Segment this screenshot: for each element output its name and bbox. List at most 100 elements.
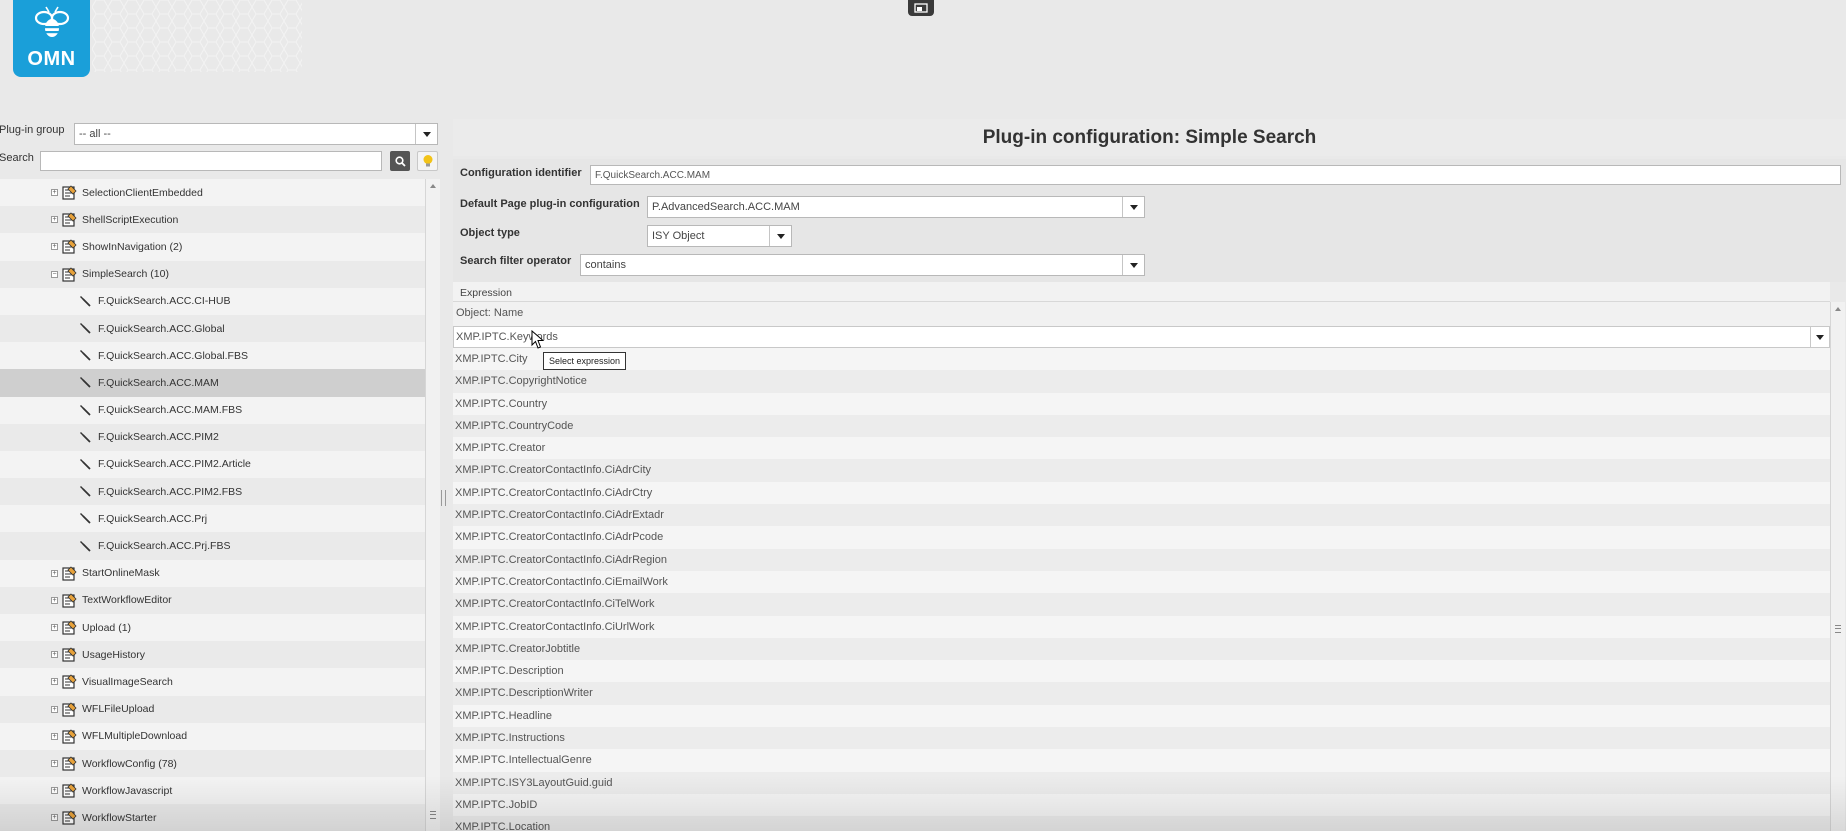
window-button[interactable] xyxy=(908,0,934,16)
expression-option[interactable]: XMP.IPTC.Location xyxy=(453,816,1830,831)
expression-option[interactable]: XMP.IPTC.DescriptionWriter xyxy=(453,682,1830,705)
expand-toggle-icon[interactable]: + xyxy=(51,705,58,713)
expand-toggle-icon[interactable]: − xyxy=(51,270,58,278)
tree-group-item[interactable]: + WorkflowConfig (78) xyxy=(0,749,425,778)
hint-button[interactable] xyxy=(417,151,438,171)
tree-item-label: WFLMultipleDownload xyxy=(82,730,188,743)
tree-leaf-item[interactable]: F.QuickSearch.ACC.MAM.FBS xyxy=(0,396,425,424)
expression-option[interactable]: XMP.IPTC.CreatorContactInfo.CiAdrExtadr xyxy=(453,504,1830,527)
expression-row[interactable]: Object: Name xyxy=(453,302,1830,326)
tree-leaf-item[interactable]: F.QuickSearch.ACC.MAM xyxy=(0,369,425,397)
wrench-icon xyxy=(80,377,91,389)
expression-option[interactable]: XMP.IPTC.CreatorContactInfo.CiTelWork xyxy=(453,593,1830,616)
expression-option[interactable]: XMP.IPTC.JobID xyxy=(453,793,1830,817)
expand-toggle-icon[interactable]: + xyxy=(51,760,58,768)
tree-group-item[interactable]: + WFLMultipleDownload xyxy=(0,722,425,750)
expression-option[interactable]: XMP.IPTC.CopyrightNotice xyxy=(453,370,1830,393)
expand-toggle-icon[interactable]: + xyxy=(51,596,58,604)
expression-option[interactable]: XMP.IPTC.City xyxy=(453,348,1830,371)
tree-group-item[interactable]: + ShowInNavigation (2) xyxy=(0,233,425,261)
tree-group-item[interactable]: + TextWorkflowEditor xyxy=(0,586,425,614)
scroll-up-icon[interactable] xyxy=(427,181,439,191)
filter-operator-select[interactable]: contains xyxy=(580,254,1145,276)
search-input[interactable] xyxy=(40,151,382,171)
tree-leaf-item[interactable]: F.QuickSearch.ACC.PIM2 xyxy=(0,423,425,451)
tree-item-label: WorkflowJavascript xyxy=(82,784,173,797)
tree-item-label: ShowInNavigation (2) xyxy=(82,240,183,253)
plugin-icon xyxy=(62,239,77,255)
expand-toggle-icon[interactable]: + xyxy=(51,651,58,659)
tree-leaf-item[interactable]: F.QuickSearch.ACC.PIM2.Article xyxy=(0,450,425,479)
tree-leaf-item[interactable]: F.QuickSearch.ACC.Prj.FBS xyxy=(0,532,425,560)
tree-item-label: F.QuickSearch.ACC.Global.FBS xyxy=(98,349,248,362)
tree-group-item[interactable]: + UsageHistory xyxy=(0,641,425,669)
panel-splitter[interactable] xyxy=(441,490,446,506)
expression-option[interactable]: XMP.IPTC.CreatorContactInfo.CiAdrRegion xyxy=(453,548,1830,571)
plugin-config-panel: Plug-in configuration: Simple Search Con… xyxy=(453,119,1846,831)
expression-option[interactable]: XMP.IPTC.CreatorContactInfo.CiAdrCtry xyxy=(453,481,1830,505)
chevron-down-icon[interactable] xyxy=(415,124,437,144)
chevron-down-icon[interactable] xyxy=(1810,327,1829,347)
chevron-down-icon[interactable] xyxy=(1122,197,1144,217)
tree-group-item[interactable]: + VisualImageSearch xyxy=(0,668,425,696)
expression-column-header[interactable]: Expression xyxy=(453,282,1830,302)
scroll-up-icon[interactable] xyxy=(1832,304,1844,314)
expression-option[interactable]: XMP.IPTC.CreatorContactInfo.CiAdrPcode xyxy=(453,526,1830,549)
tree-group-item[interactable]: + ShellScriptExecution xyxy=(0,206,425,234)
expression-option[interactable]: XMP.IPTC.Headline xyxy=(453,704,1830,728)
expand-toggle-icon[interactable]: + xyxy=(51,814,58,822)
chevron-down-icon[interactable] xyxy=(1122,255,1144,275)
tree-item-label: F.QuickSearch.ACC.Prj.FBS xyxy=(98,540,231,553)
expression-option[interactable]: XMP.IPTC.Creator xyxy=(453,437,1830,460)
tree-item-label: ShellScriptExecution xyxy=(82,213,179,226)
expression-option[interactable]: XMP.IPTC.CreatorJobtitle xyxy=(453,637,1830,661)
tree-group-item[interactable]: + WorkflowJavascript xyxy=(0,777,425,805)
expand-toggle-icon[interactable]: + xyxy=(51,624,58,632)
config-id-field[interactable]: F.QuickSearch.ACC.MAM xyxy=(590,165,1841,185)
tree-group-item[interactable]: + SelectionClientEmbedded xyxy=(0,179,425,207)
chevron-down-icon[interactable] xyxy=(769,226,791,246)
plugin-icon xyxy=(62,593,77,608)
expression-option[interactable]: XMP.IPTC.CreatorContactInfo.CiEmailWork xyxy=(453,570,1830,594)
tree-leaf-item[interactable]: F.QuickSearch.ACC.Prj xyxy=(0,505,425,533)
plugin-group-select[interactable]: -- all -- xyxy=(74,123,438,145)
expand-toggle-icon[interactable]: + xyxy=(51,216,58,224)
expand-toggle-icon[interactable]: + xyxy=(51,678,58,686)
plugin-icon xyxy=(62,810,77,826)
plugin-icon xyxy=(62,566,77,581)
expression-combo[interactable]: XMP.IPTC.Keywords xyxy=(453,326,1830,348)
search-button[interactable] xyxy=(390,151,410,171)
expression-option[interactable]: XMP.IPTC.Instructions xyxy=(453,727,1830,750)
omn-logo[interactable]: OMN xyxy=(13,0,90,77)
tree-group-item[interactable]: − SimpleSearch (10) xyxy=(0,260,425,288)
tree-group-item[interactable]: + WFLFileUpload xyxy=(0,695,425,723)
tree-leaf-item[interactable]: F.QuickSearch.ACC.Global.FBS xyxy=(0,342,425,370)
expression-option[interactable]: XMP.IPTC.IntellectualGenre xyxy=(453,749,1830,772)
tree-item-label: F.QuickSearch.ACC.CI-HUB xyxy=(98,295,231,308)
filter-operator-label: Search filter operator xyxy=(460,255,572,267)
expand-toggle-icon[interactable]: + xyxy=(51,569,58,577)
tree-leaf-item[interactable]: F.QuickSearch.ACC.PIM2.FBS xyxy=(0,478,425,506)
expand-toggle-icon[interactable]: + xyxy=(51,787,58,795)
tree-scrollbar[interactable] xyxy=(425,179,440,831)
default-page-select[interactable]: P.AdvancedSearch.ACC.MAM xyxy=(647,196,1145,218)
object-type-select[interactable]: ISY Object xyxy=(647,225,792,247)
tree-leaf-item[interactable]: F.QuickSearch.ACC.CI-HUB xyxy=(0,287,425,315)
expand-toggle-icon[interactable]: + xyxy=(51,189,58,197)
expand-toggle-icon[interactable]: + xyxy=(51,243,58,251)
wrench-icon xyxy=(80,323,91,334)
expression-option[interactable]: XMP.IPTC.Country xyxy=(453,392,1830,415)
tree-leaf-item[interactable]: F.QuickSearch.ACC.Global xyxy=(0,314,425,343)
expression-option[interactable]: XMP.IPTC.Description xyxy=(453,660,1830,683)
tree-group-item[interactable]: + Upload (1) xyxy=(0,614,425,642)
expression-option[interactable]: XMP.IPTC.CreatorContactInfo.CiAdrCity xyxy=(453,459,1830,482)
tree-item-label: WFLFileUpload xyxy=(82,703,155,716)
expression-option[interactable]: XMP.IPTC.ISY3LayoutGuid.guid xyxy=(453,771,1830,794)
tree-group-item[interactable]: + WorkflowStarter xyxy=(0,804,425,831)
grid-scrollbar[interactable] xyxy=(1830,302,1845,831)
expand-toggle-icon[interactable]: + xyxy=(51,732,58,740)
tree-group-item[interactable]: + StartOnlineMask xyxy=(0,559,425,587)
expression-option[interactable]: XMP.IPTC.CountryCode xyxy=(453,414,1830,438)
expression-option[interactable]: XMP.IPTC.CreatorContactInfo.CiUrlWork xyxy=(453,615,1830,638)
tree-item-label: F.QuickSearch.ACC.MAM.FBS xyxy=(98,404,243,417)
